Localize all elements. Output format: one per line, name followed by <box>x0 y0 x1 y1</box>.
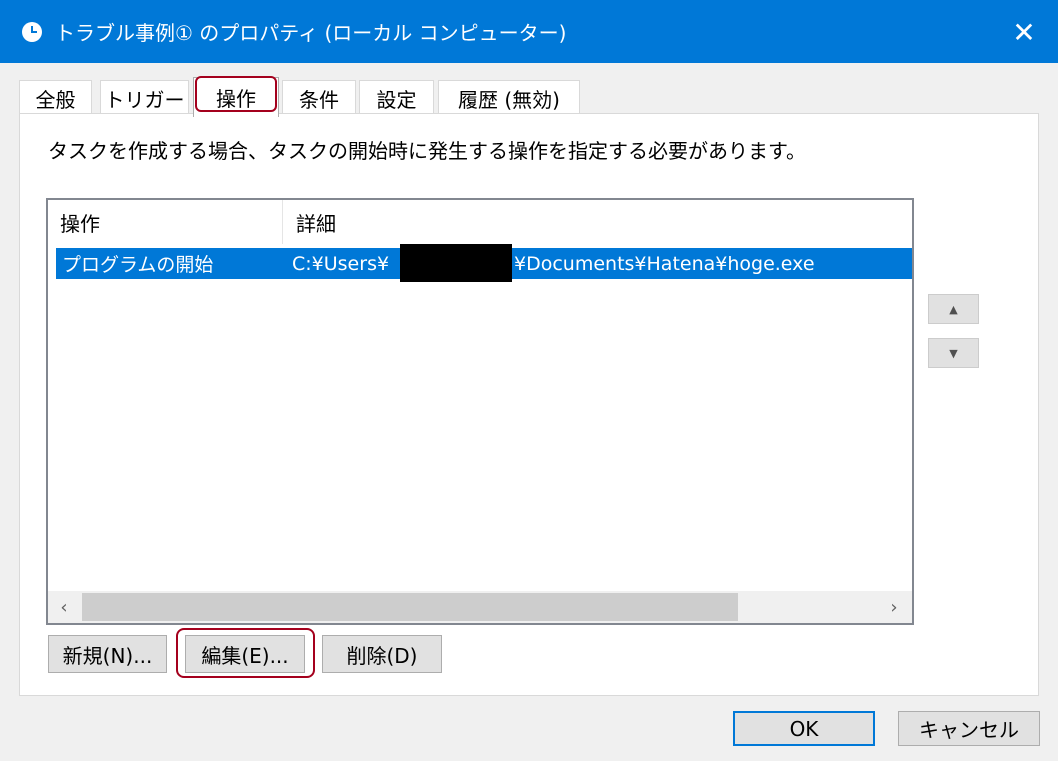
horizontal-scrollbar[interactable]: ‹ › <box>48 591 912 623</box>
column-header-action[interactable]: 操作 <box>48 200 282 244</box>
delete-button[interactable]: 削除(D) <box>322 635 442 673</box>
cancel-button[interactable]: キャンセル <box>898 711 1040 746</box>
close-button[interactable]: ✕ <box>1000 8 1048 56</box>
column-divider[interactable] <box>282 200 283 244</box>
move-up-button[interactable]: ▲ <box>928 294 979 324</box>
edit-button-highlight <box>176 628 315 678</box>
table-row[interactable]: プログラムの開始 C:¥Users¥ ¥Documents¥Hatena¥hog… <box>56 244 912 282</box>
arrow-down-icon: ▼ <box>949 346 958 360</box>
scroll-left-button[interactable]: ‹ <box>48 591 80 623</box>
window-title: トラブル事例① のプロパティ (ローカル コンピューター) <box>55 21 567 45</box>
move-down-button[interactable]: ▼ <box>928 338 979 368</box>
new-button[interactable]: 新規(N)... <box>48 635 167 673</box>
cell-detail-prefix: C:¥Users¥ <box>292 252 390 275</box>
chevron-left-icon: ‹ <box>60 596 68 618</box>
arrow-up-icon: ▲ <box>949 302 958 316</box>
cell-action: プログラムの開始 <box>62 254 214 276</box>
tab-actions-highlight <box>195 76 277 112</box>
tab-conditions[interactable]: 条件 <box>282 80 356 116</box>
tab-history[interactable]: 履歴 (無効) <box>438 80 580 116</box>
column-header-detail[interactable]: 詳細 <box>284 200 884 244</box>
close-icon: ✕ <box>1012 15 1036 49</box>
description-text: タスクを作成する場合、タスクの開始時に発生する操作を指定する必要があります。 <box>48 139 806 163</box>
title-bar: トラブル事例① のプロパティ (ローカル コンピューター) ✕ <box>0 0 1058 63</box>
clock-icon <box>22 22 42 42</box>
redacted-block <box>400 244 512 282</box>
tab-general[interactable]: 全般 <box>19 80 92 116</box>
cell-detail-suffix: ¥Documents¥Hatena¥hoge.exe <box>514 252 815 275</box>
scroll-right-button[interactable]: › <box>878 591 910 623</box>
ok-button[interactable]: OK <box>733 711 875 746</box>
chevron-right-icon: › <box>890 596 898 618</box>
tab-triggers[interactable]: トリガー <box>100 80 189 116</box>
scrollbar-thumb[interactable] <box>82 593 738 621</box>
tab-settings[interactable]: 設定 <box>359 80 434 116</box>
actions-list[interactable]: 操作 詳細 プログラムの開始 C:¥Users¥ ¥Documents¥Hate… <box>46 198 914 625</box>
